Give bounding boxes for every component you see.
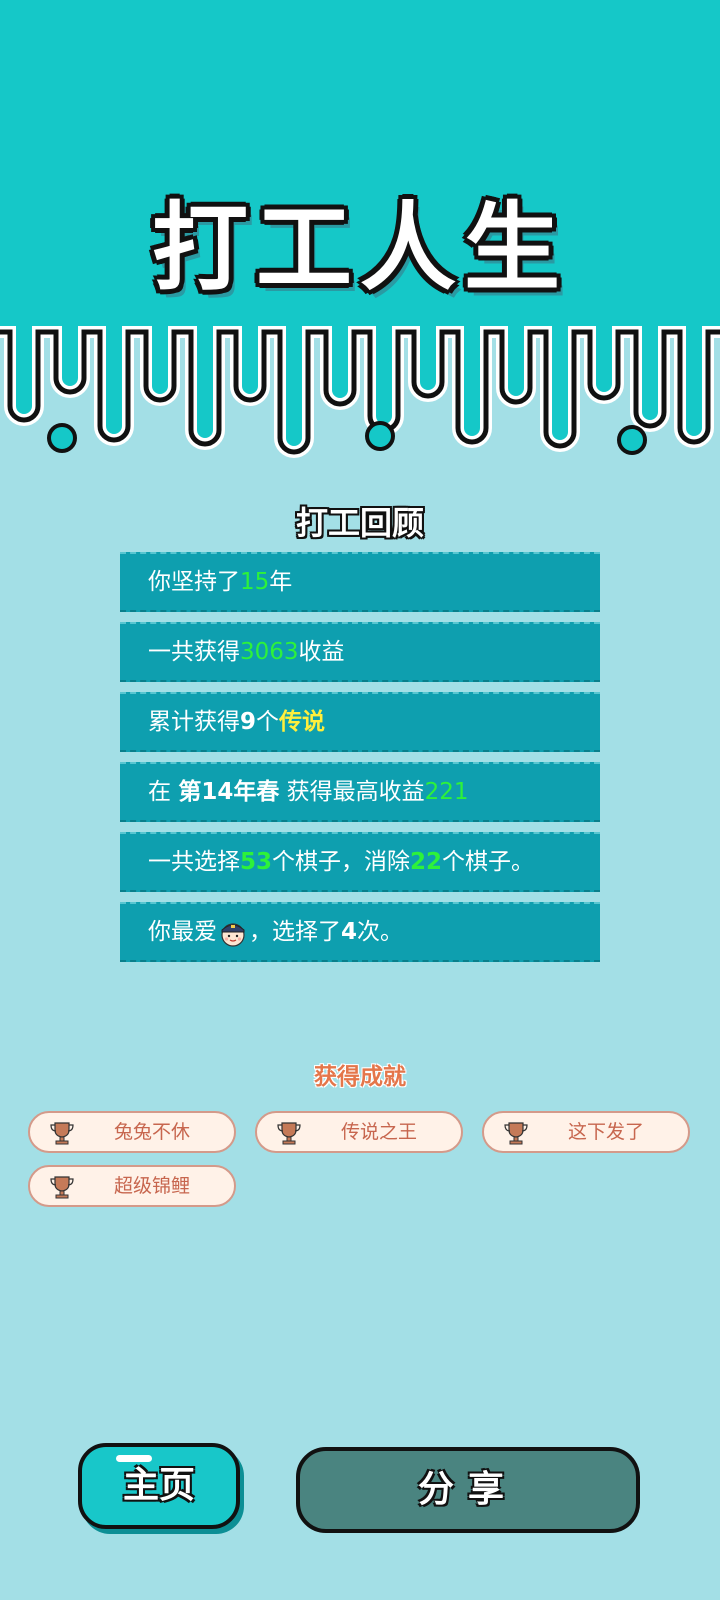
button-highlight [116, 1455, 152, 1462]
achievement-label: 传说之王 [340, 1121, 417, 1143]
review-row-legend: 累计获得9个传说 [120, 692, 600, 752]
review-row-income: 一共获得3063收益 [120, 622, 600, 682]
share-button-label: 分享 [417, 1469, 518, 1510]
share-button[interactable]: 分享 [296, 1447, 640, 1533]
achievement-badge: 这下发了 [482, 1111, 690, 1153]
achievement-badge: 传说之王 [255, 1111, 463, 1153]
achievement-badge: 超级锦鲤 [28, 1165, 236, 1207]
achievement-badge: 兔兔不休 [28, 1111, 236, 1153]
review-row-pieces: 一共选择53个棋子，消除22个棋子。 [120, 832, 600, 892]
review-row-favorite: 你最爱 ，选择了4次。 [120, 902, 600, 962]
page-title: 打工人生 [152, 192, 568, 304]
review-heading: 打工回顾 [295, 504, 424, 542]
home-button[interactable]: 主页 [78, 1443, 240, 1529]
achievement-label: 这下发了 [567, 1121, 644, 1143]
review-row-years: 你坚持了15年 [120, 552, 600, 612]
review-row-best-income: 在 第14年春 获得最高收益221 [120, 762, 600, 822]
achievements-heading: 获得成就 [314, 1064, 406, 1090]
police-officer-icon [221, 922, 245, 947]
achievement-label: 超级锦鲤 [113, 1175, 190, 1197]
home-button-label: 主页 [122, 1465, 195, 1506]
achievement-label: 兔兔不休 [113, 1121, 190, 1143]
